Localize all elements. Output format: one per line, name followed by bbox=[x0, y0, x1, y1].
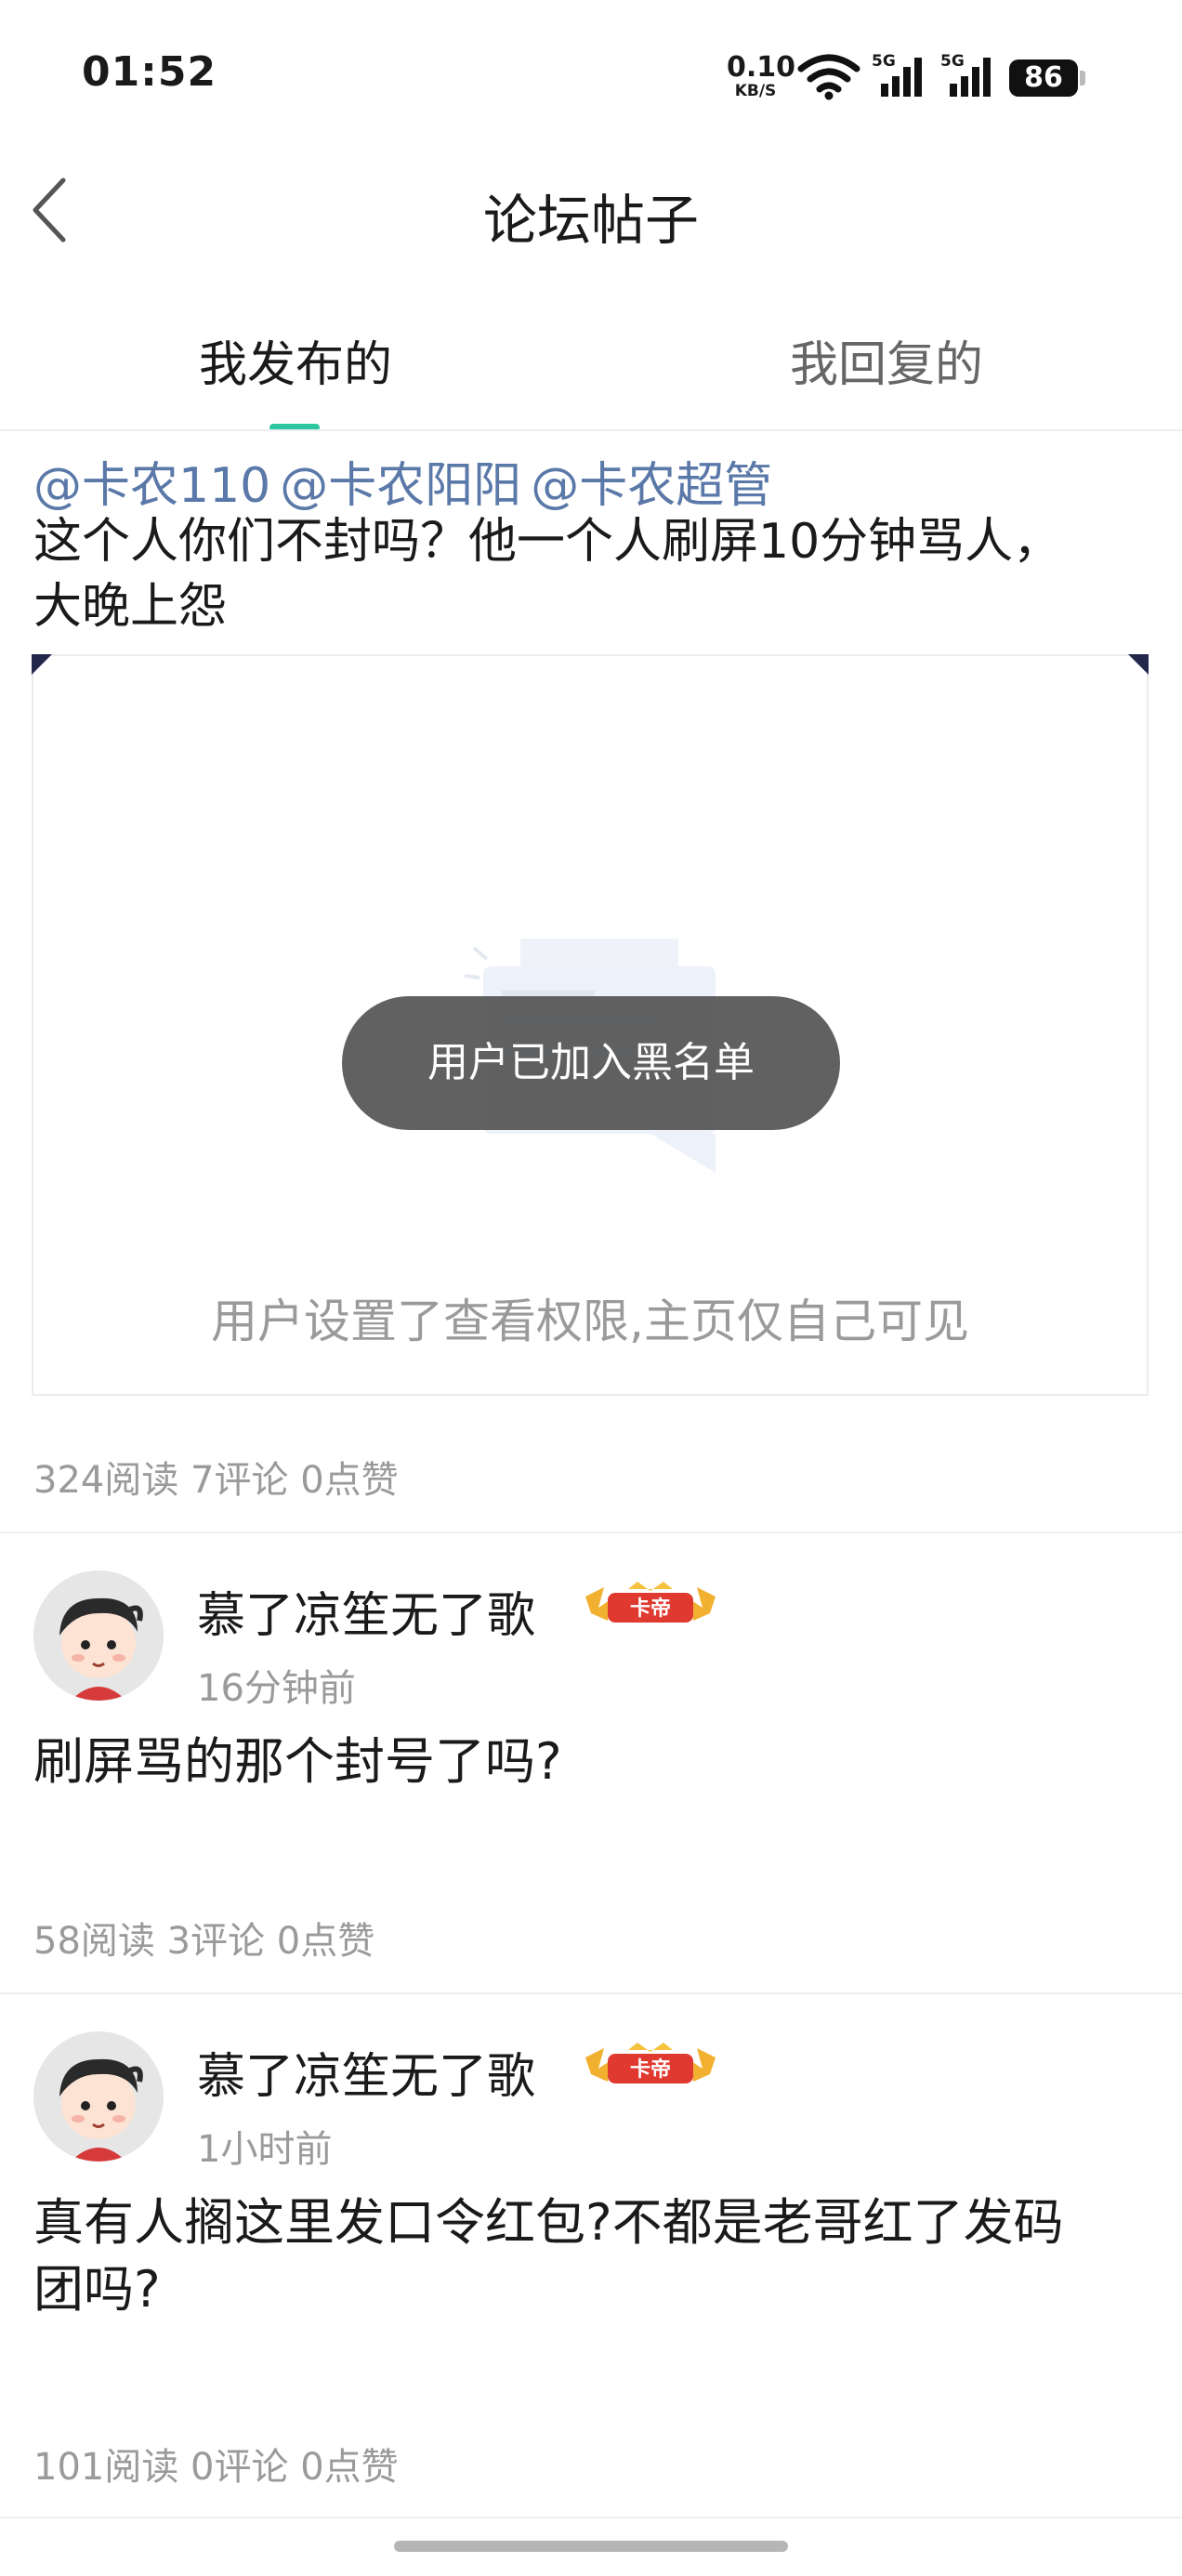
tab-my-posts[interactable]: 我发布的 bbox=[0, 325, 591, 395]
user-rank-badge-label: 卡帝 bbox=[630, 1597, 671, 1621]
network-speed-unit: KB/S bbox=[734, 82, 777, 100]
home-indicator[interactable] bbox=[394, 2541, 788, 2552]
comment-text-line: 刷屏骂的那个封号了吗? bbox=[33, 1732, 562, 1791]
avatar-cartoon-icon bbox=[33, 2031, 164, 2162]
post-divider bbox=[0, 1531, 1182, 1533]
wifi-icon bbox=[797, 54, 860, 100]
user-rank-badge-icon: 卡帝 bbox=[585, 1582, 716, 1623]
post-body[interactable]: 这个人你们不封吗？他一个人刷屏10分钟骂人， 大晚上怨 bbox=[33, 509, 1149, 639]
avatar-cartoon-icon bbox=[33, 1571, 164, 1701]
user-rank-badge-label: 卡帝 bbox=[630, 2057, 671, 2082]
comment-divider bbox=[0, 1992, 1182, 1994]
comment-divider bbox=[0, 2517, 1182, 2518]
mention-link[interactable]: @卡农超管 bbox=[531, 458, 772, 514]
signal-1-label: 5G bbox=[872, 52, 896, 71]
comment-body[interactable]: 刷屏骂的那个封号了吗? bbox=[33, 1728, 1149, 1795]
comment-text-line: 真有人搁这里发口令红包?不都是老哥红了发码 bbox=[33, 2193, 1064, 2252]
post-text-line: 这个人你们不封吗？他一个人刷屏10分钟骂人， bbox=[33, 514, 1062, 570]
comment-stats: 58阅读 3评论 0点赞 bbox=[33, 1920, 375, 1963]
battery-tip bbox=[1080, 71, 1085, 85]
user-rank-badge-icon: 卡帝 bbox=[585, 2043, 716, 2083]
comment-time: 1小时前 bbox=[197, 2128, 333, 2171]
post-stats: 324阅读 7评论 0点赞 bbox=[33, 1459, 399, 1502]
status-time: 01:52 bbox=[82, 48, 217, 96]
mention-link[interactable]: @卡农110 bbox=[33, 458, 270, 514]
privacy-notice: 用户设置了查看权限,主页仅自己可见 bbox=[211, 1295, 969, 1348]
avatar[interactable] bbox=[33, 1571, 164, 1701]
avatar[interactable] bbox=[33, 2031, 164, 2162]
mention-link[interactable]: @卡农阳阳 bbox=[280, 458, 521, 514]
network-speed: 0.10 KB/S bbox=[727, 51, 796, 100]
comment-username[interactable]: 慕了凉笙无了歌 bbox=[197, 2037, 535, 2107]
comment-text-line: 团吗? bbox=[33, 2260, 161, 2319]
toast-message: 用户已加入黑名单 bbox=[342, 996, 840, 1130]
battery-icon: 86 bbox=[1009, 59, 1078, 97]
post-text-line: 大晚上怨 bbox=[33, 579, 228, 635]
comment-time: 16分钟前 bbox=[197, 1667, 356, 1710]
signal-icon-sim1: 5G bbox=[872, 52, 927, 100]
signal-icon-sim2: 5G bbox=[940, 52, 996, 100]
tabs-divider bbox=[0, 429, 1182, 431]
signal-2-label: 5G bbox=[940, 52, 965, 71]
tab-my-replies[interactable]: 我回复的 bbox=[591, 325, 1182, 395]
comment-stats: 101阅读 0评论 0点赞 bbox=[33, 2446, 399, 2489]
comment-username[interactable]: 慕了凉笙无了歌 bbox=[197, 1576, 535, 1646]
page-title: 论坛帖子 bbox=[482, 189, 699, 252]
post-mentions: @卡农110 @卡农阳阳 @卡农超管 bbox=[33, 446, 781, 516]
network-speed-value: 0.10 bbox=[727, 51, 796, 84]
comment-body[interactable]: 真有人搁这里发口令红包?不都是老哥红了发码 团吗? bbox=[33, 2189, 1149, 2323]
